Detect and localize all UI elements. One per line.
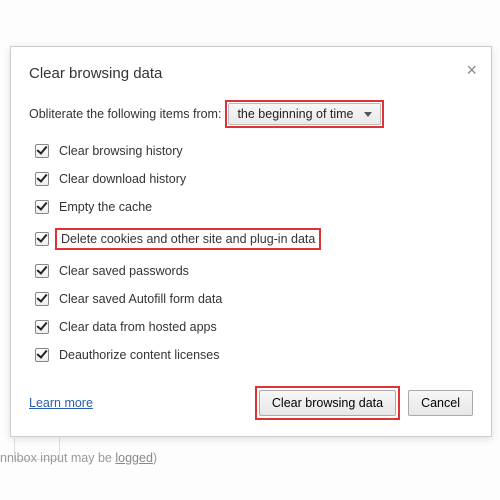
- time-range-highlight: the beginning of time: [225, 100, 383, 128]
- checkbox-row: Clear browsing history: [35, 144, 473, 158]
- clear-button-highlight: Clear browsing data: [255, 386, 400, 420]
- time-range-value: the beginning of time: [237, 107, 353, 121]
- background-hint: nnibox input may be logged): [0, 451, 157, 465]
- time-range-select[interactable]: the beginning of time: [228, 103, 380, 125]
- checkbox[interactable]: [35, 232, 49, 246]
- checkbox-label: Delete cookies and other site and plug-i…: [61, 232, 315, 246]
- dialog-footer: Learn more Clear browsing data Cancel: [29, 386, 473, 420]
- obliterate-label: Obliterate the following items from:: [29, 107, 221, 121]
- learn-more-link[interactable]: Learn more: [29, 396, 93, 410]
- checkbox-label: Deauthorize content licenses: [59, 348, 220, 362]
- checkbox[interactable]: [35, 264, 49, 278]
- checkbox[interactable]: [35, 348, 49, 362]
- checkbox-list: Clear browsing history Clear download hi…: [35, 144, 473, 362]
- time-range-row: Obliterate the following items from: the…: [29, 100, 473, 128]
- checkbox-label: Clear saved Autofill form data: [59, 292, 222, 306]
- checkbox-label: Clear download history: [59, 172, 186, 186]
- clear-browsing-data-button[interactable]: Clear browsing data: [259, 390, 396, 416]
- checkbox-row: Clear data from hosted apps: [35, 320, 473, 334]
- checkbox[interactable]: [35, 292, 49, 306]
- checkbox-label: Empty the cache: [59, 200, 152, 214]
- checkbox[interactable]: [35, 200, 49, 214]
- checkbox-row: Clear saved Autofill form data: [35, 292, 473, 306]
- checkbox-label: Clear browsing history: [59, 144, 183, 158]
- checkbox[interactable]: [35, 320, 49, 334]
- checkbox-row: Clear download history: [35, 172, 473, 186]
- checkbox[interactable]: [35, 144, 49, 158]
- checkbox-row: Delete cookies and other site and plug-i…: [35, 228, 473, 250]
- checkbox[interactable]: [35, 172, 49, 186]
- button-row: Clear browsing data Cancel: [255, 386, 473, 420]
- checkbox-label: Clear data from hosted apps: [59, 320, 217, 334]
- checkbox-row: Clear saved passwords: [35, 264, 473, 278]
- dialog-title: Clear browsing data: [29, 65, 473, 82]
- close-icon[interactable]: ×: [466, 61, 477, 79]
- checkbox-label: Clear saved passwords: [59, 264, 189, 278]
- checkbox-row: Empty the cache: [35, 200, 473, 214]
- cancel-button[interactable]: Cancel: [408, 390, 473, 416]
- clear-browsing-data-dialog: × Clear browsing data Obliterate the fol…: [10, 46, 492, 437]
- checkbox-row: Deauthorize content licenses: [35, 348, 473, 362]
